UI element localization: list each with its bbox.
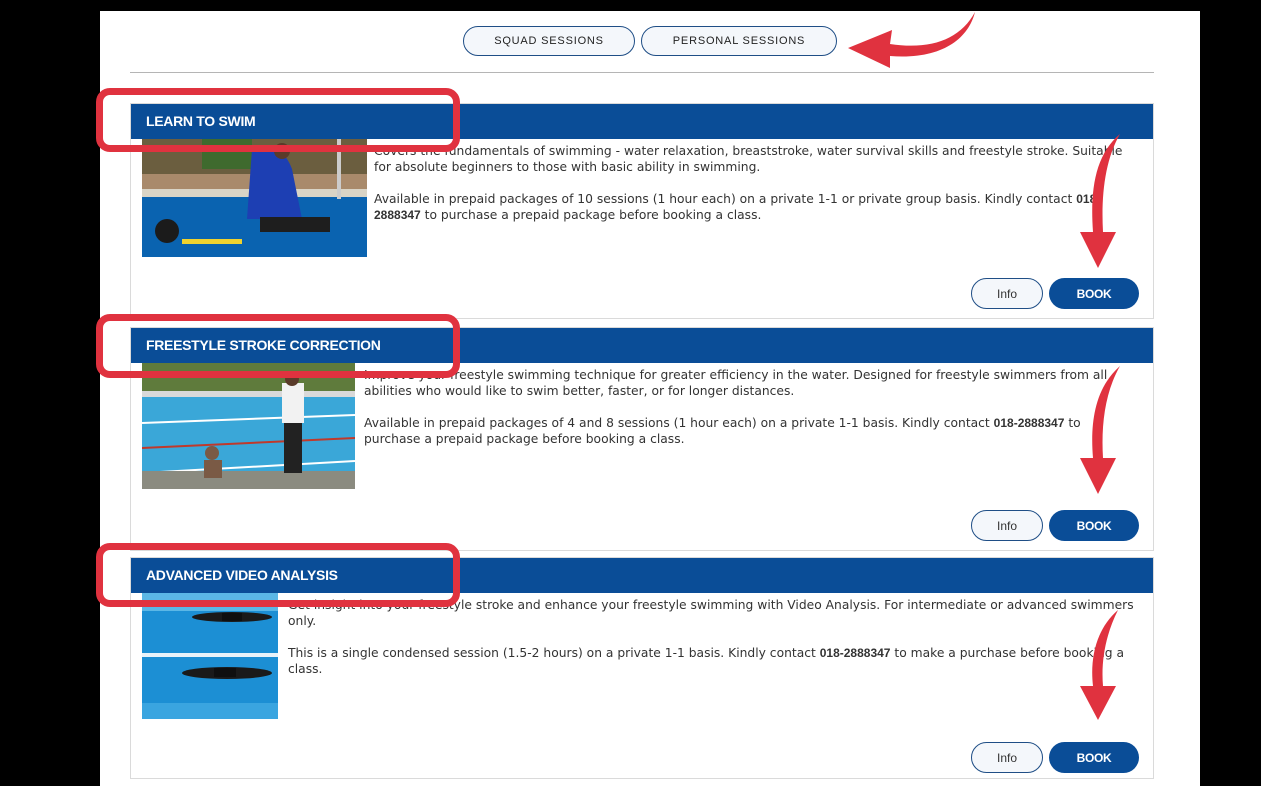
- description-text: to purchase a prepaid package before boo…: [420, 208, 762, 222]
- book-button[interactable]: BOOK: [1049, 742, 1139, 773]
- info-button[interactable]: Info: [971, 510, 1043, 541]
- book-button[interactable]: BOOK: [1049, 510, 1139, 541]
- session-description: Improve your freestyle swimming techniqu…: [364, 367, 1139, 463]
- description-text: Available in prepaid packages of 4 and 8…: [364, 416, 994, 430]
- description-text: Available in prepaid packages of 10 sess…: [374, 192, 1077, 206]
- book-button[interactable]: BOOK: [1049, 278, 1139, 309]
- session-photo: [142, 363, 355, 489]
- session-description: Get insight into your freestyle stroke a…: [288, 597, 1139, 693]
- session-tabs: SQUAD SESSIONS PERSONAL SESSIONS: [463, 26, 837, 56]
- annotation-highlight-box: [96, 543, 460, 607]
- description-text: This is a single condensed session (1.5-…: [288, 646, 820, 660]
- tab-personal-sessions[interactable]: PERSONAL SESSIONS: [641, 26, 837, 56]
- divider: [130, 72, 1154, 73]
- info-button[interactable]: Info: [971, 742, 1043, 773]
- phone-number: 018-2888347: [819, 646, 891, 660]
- description-paragraph: Available in prepaid packages of 10 sess…: [374, 191, 1139, 223]
- tab-squad-sessions[interactable]: SQUAD SESSIONS: [463, 26, 635, 56]
- description-paragraph: Improve your freestyle swimming techniqu…: [364, 368, 1108, 398]
- session-photo: [142, 139, 367, 257]
- session-photo: [142, 593, 278, 719]
- description-paragraph: Covers the fundamentals of swimming - wa…: [374, 144, 1123, 174]
- info-button[interactable]: Info: [971, 278, 1043, 309]
- session-description: Covers the fundamentals of swimming - wa…: [374, 143, 1139, 239]
- phone-number: 018-2888347: [993, 416, 1065, 430]
- annotation-highlight-box: [96, 88, 460, 152]
- description-paragraph: Available in prepaid packages of 4 and 8…: [364, 415, 1139, 447]
- annotation-highlight-box: [96, 314, 460, 378]
- description-paragraph: This is a single condensed session (1.5-…: [288, 645, 1139, 677]
